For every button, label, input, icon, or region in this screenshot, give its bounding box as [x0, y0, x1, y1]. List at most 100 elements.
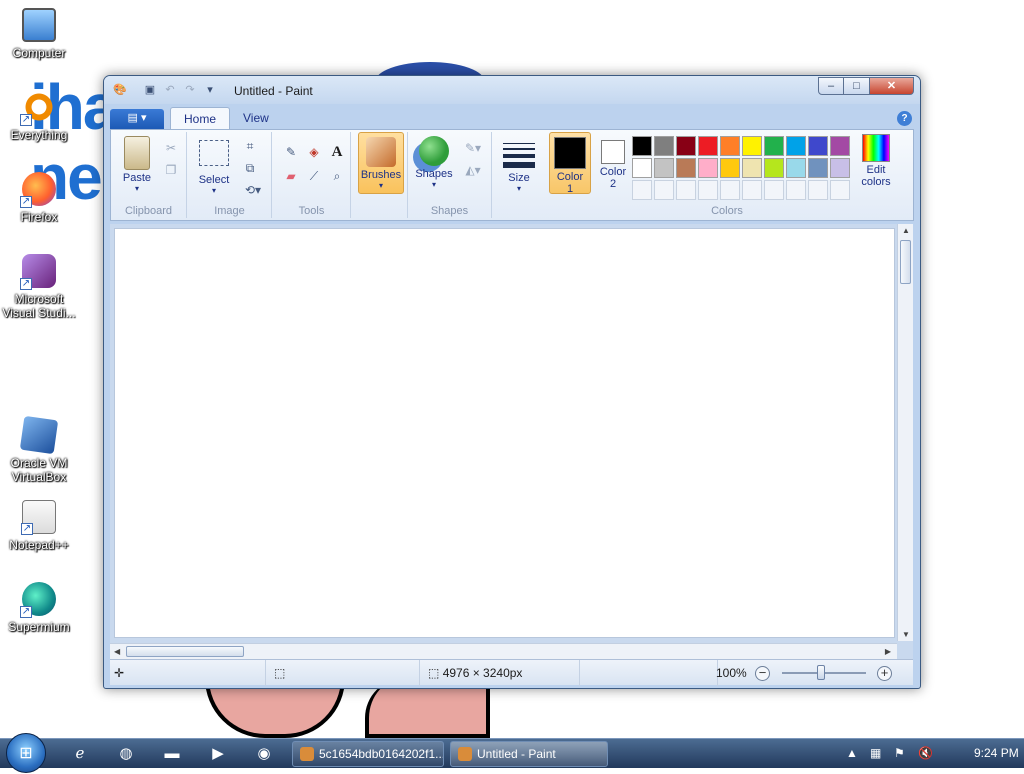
desktop-icon-everything[interactable]: ↗ Everything [1, 90, 77, 142]
size-button[interactable]: Size ▾ [499, 136, 539, 193]
customize-toolbar-icon[interactable]: ▾ [202, 82, 218, 98]
shapes-button[interactable]: Shapes ▾ [414, 136, 454, 189]
palette-swatch[interactable] [632, 136, 652, 156]
horizontal-scrollbar[interactable]: ◀ ▶ [110, 643, 897, 659]
taskbar-task-paint[interactable]: Untitled - Paint [450, 741, 608, 767]
close-button[interactable]: ✕ [870, 77, 914, 95]
resize-icon[interactable]: ⧉ [240, 158, 260, 178]
drawing-canvas[interactable] [114, 228, 895, 638]
palette-swatch[interactable] [720, 158, 740, 178]
desktop-icon-visual-studio[interactable]: ↗ Microsoft Visual Studi... [1, 254, 77, 320]
desktop-icon-label: Computer [12, 46, 66, 60]
internet-explorer-icon[interactable]: ℯ [62, 742, 98, 766]
zoom-slider-thumb[interactable] [817, 665, 825, 680]
desktop-icon-notepadpp[interactable]: ↗ Notepad++ [1, 500, 77, 552]
text-icon[interactable]: A [327, 142, 347, 162]
file-menu-button[interactable]: ▤ ▾ [110, 109, 164, 129]
volume-muted-icon[interactable]: 🔇 [918, 746, 933, 760]
firefox-taskbar-icon[interactable]: ◍ [108, 742, 144, 766]
start-button[interactable]: ⊞ [6, 733, 46, 773]
tab-view[interactable]: View [230, 107, 282, 129]
palette-custom-slot[interactable] [742, 180, 762, 200]
zoom-in-button[interactable]: + [877, 666, 892, 681]
palette-swatch[interactable] [632, 158, 652, 178]
rotate-icon[interactable]: ⟲▾ [240, 180, 266, 200]
save-icon[interactable]: ▣ [142, 82, 158, 98]
clock[interactable]: 9:24 PM [974, 746, 1019, 760]
vertical-scrollbar[interactable]: ▲ ▼ [897, 224, 913, 641]
pencil-icon[interactable]: ✎ [281, 142, 301, 162]
horizontal-scroll-thumb[interactable] [126, 646, 244, 657]
outline-icon[interactable]: ✎▾ [460, 138, 486, 158]
palette-swatch[interactable] [764, 158, 784, 178]
supermium-taskbar-icon[interactable]: ◉ [246, 742, 282, 766]
color2-button[interactable]: Color 2 [593, 132, 633, 194]
palette-swatch[interactable] [742, 136, 762, 156]
undo-icon[interactable]: ↶ [162, 82, 178, 98]
palette-swatch[interactable] [830, 158, 850, 178]
maximize-button[interactable]: □ [844, 77, 870, 95]
palette-custom-slot[interactable] [632, 180, 652, 200]
paste-button[interactable]: Paste ▾ [117, 136, 157, 193]
palette-swatch[interactable] [764, 136, 784, 156]
palette-custom-slot[interactable] [764, 180, 784, 200]
tools-group: ✎ ◈ A ▰ ⟋ ⌕ Tools [273, 132, 351, 218]
palette-swatch[interactable] [720, 136, 740, 156]
file-explorer-icon[interactable]: ▬ [154, 742, 190, 766]
palette-custom-slot[interactable] [830, 180, 850, 200]
palette-swatch[interactable] [808, 136, 828, 156]
show-hidden-icons-icon[interactable]: ▲ [846, 746, 858, 760]
action-center-icon[interactable]: ⚑ [894, 746, 905, 760]
media-player-icon[interactable]: ▶ [200, 742, 236, 766]
paint-app-icon[interactable]: 🎨 [112, 82, 128, 98]
color1-button[interactable]: Color 1 [549, 132, 591, 195]
magnifier-icon[interactable]: ⌕ [327, 166, 347, 186]
fill-icon[interactable]: ◈ [304, 142, 324, 162]
palette-swatch[interactable] [808, 158, 828, 178]
palette-custom-slot[interactable] [698, 180, 718, 200]
color-picker-icon[interactable]: ⟋ [304, 166, 324, 186]
palette-swatch[interactable] [786, 158, 806, 178]
taskbar-task-image[interactable]: 5c1654bdb0164202f1... [292, 741, 444, 767]
palette-swatch[interactable] [698, 136, 718, 156]
scroll-right-icon[interactable]: ▶ [885, 647, 891, 656]
palette-swatch[interactable] [698, 158, 718, 178]
edit-colors-button[interactable]: Edit colors [856, 134, 896, 188]
desktop-icon-firefox[interactable]: ↗ Firefox [1, 172, 77, 224]
desktop-icon-virtualbox[interactable]: Oracle VM VirtualBox [1, 415, 77, 484]
selection-size-icon: ⬚ [274, 666, 286, 680]
shape-fill-icon[interactable]: ◭▾ [460, 160, 486, 180]
eraser-icon[interactable]: ▰ [281, 166, 301, 186]
scroll-left-icon[interactable]: ◀ [114, 647, 120, 656]
desktop-icon-computer[interactable]: Computer [1, 8, 77, 60]
zoom-level: 100% [716, 666, 747, 680]
palette-swatch[interactable] [786, 136, 806, 156]
copy-icon[interactable]: ❐ [161, 160, 181, 180]
redo-icon[interactable]: ↷ [182, 82, 198, 98]
network-icon[interactable]: ▦ [870, 746, 881, 760]
zoom-out-button[interactable]: − [755, 666, 770, 681]
palette-swatch[interactable] [676, 158, 696, 178]
select-button[interactable]: Select ▾ [194, 140, 234, 195]
help-icon[interactable]: ? [897, 111, 912, 126]
palette-custom-slot[interactable] [786, 180, 806, 200]
tab-home[interactable]: Home [170, 107, 231, 129]
desktop-icon-supermium[interactable]: ↗ Supermium [1, 582, 77, 634]
minimize-button[interactable]: – [818, 77, 844, 95]
cut-icon[interactable]: ✂ [161, 138, 181, 158]
palette-swatch[interactable] [742, 158, 762, 178]
palette-swatch[interactable] [676, 136, 696, 156]
scroll-up-icon[interactable]: ▲ [902, 226, 910, 235]
palette-custom-slot[interactable] [654, 180, 674, 200]
scroll-down-icon[interactable]: ▼ [902, 630, 910, 639]
palette-custom-slot[interactable] [676, 180, 696, 200]
vertical-scroll-thumb[interactable] [900, 240, 911, 284]
palette-swatch[interactable] [654, 136, 674, 156]
palette-custom-slot[interactable] [720, 180, 740, 200]
system-tray: ▲ ▦ ⚑ 🔇 9:24 PM [824, 739, 1024, 769]
palette-swatch[interactable] [654, 158, 674, 178]
palette-custom-slot[interactable] [808, 180, 828, 200]
title-bar[interactable]: 🎨 ▣ ↶ ↷ ▾ Untitled - Paint – □ ✕ [104, 76, 920, 104]
palette-swatch[interactable] [830, 136, 850, 156]
crop-icon[interactable]: ⌗ [240, 136, 260, 156]
